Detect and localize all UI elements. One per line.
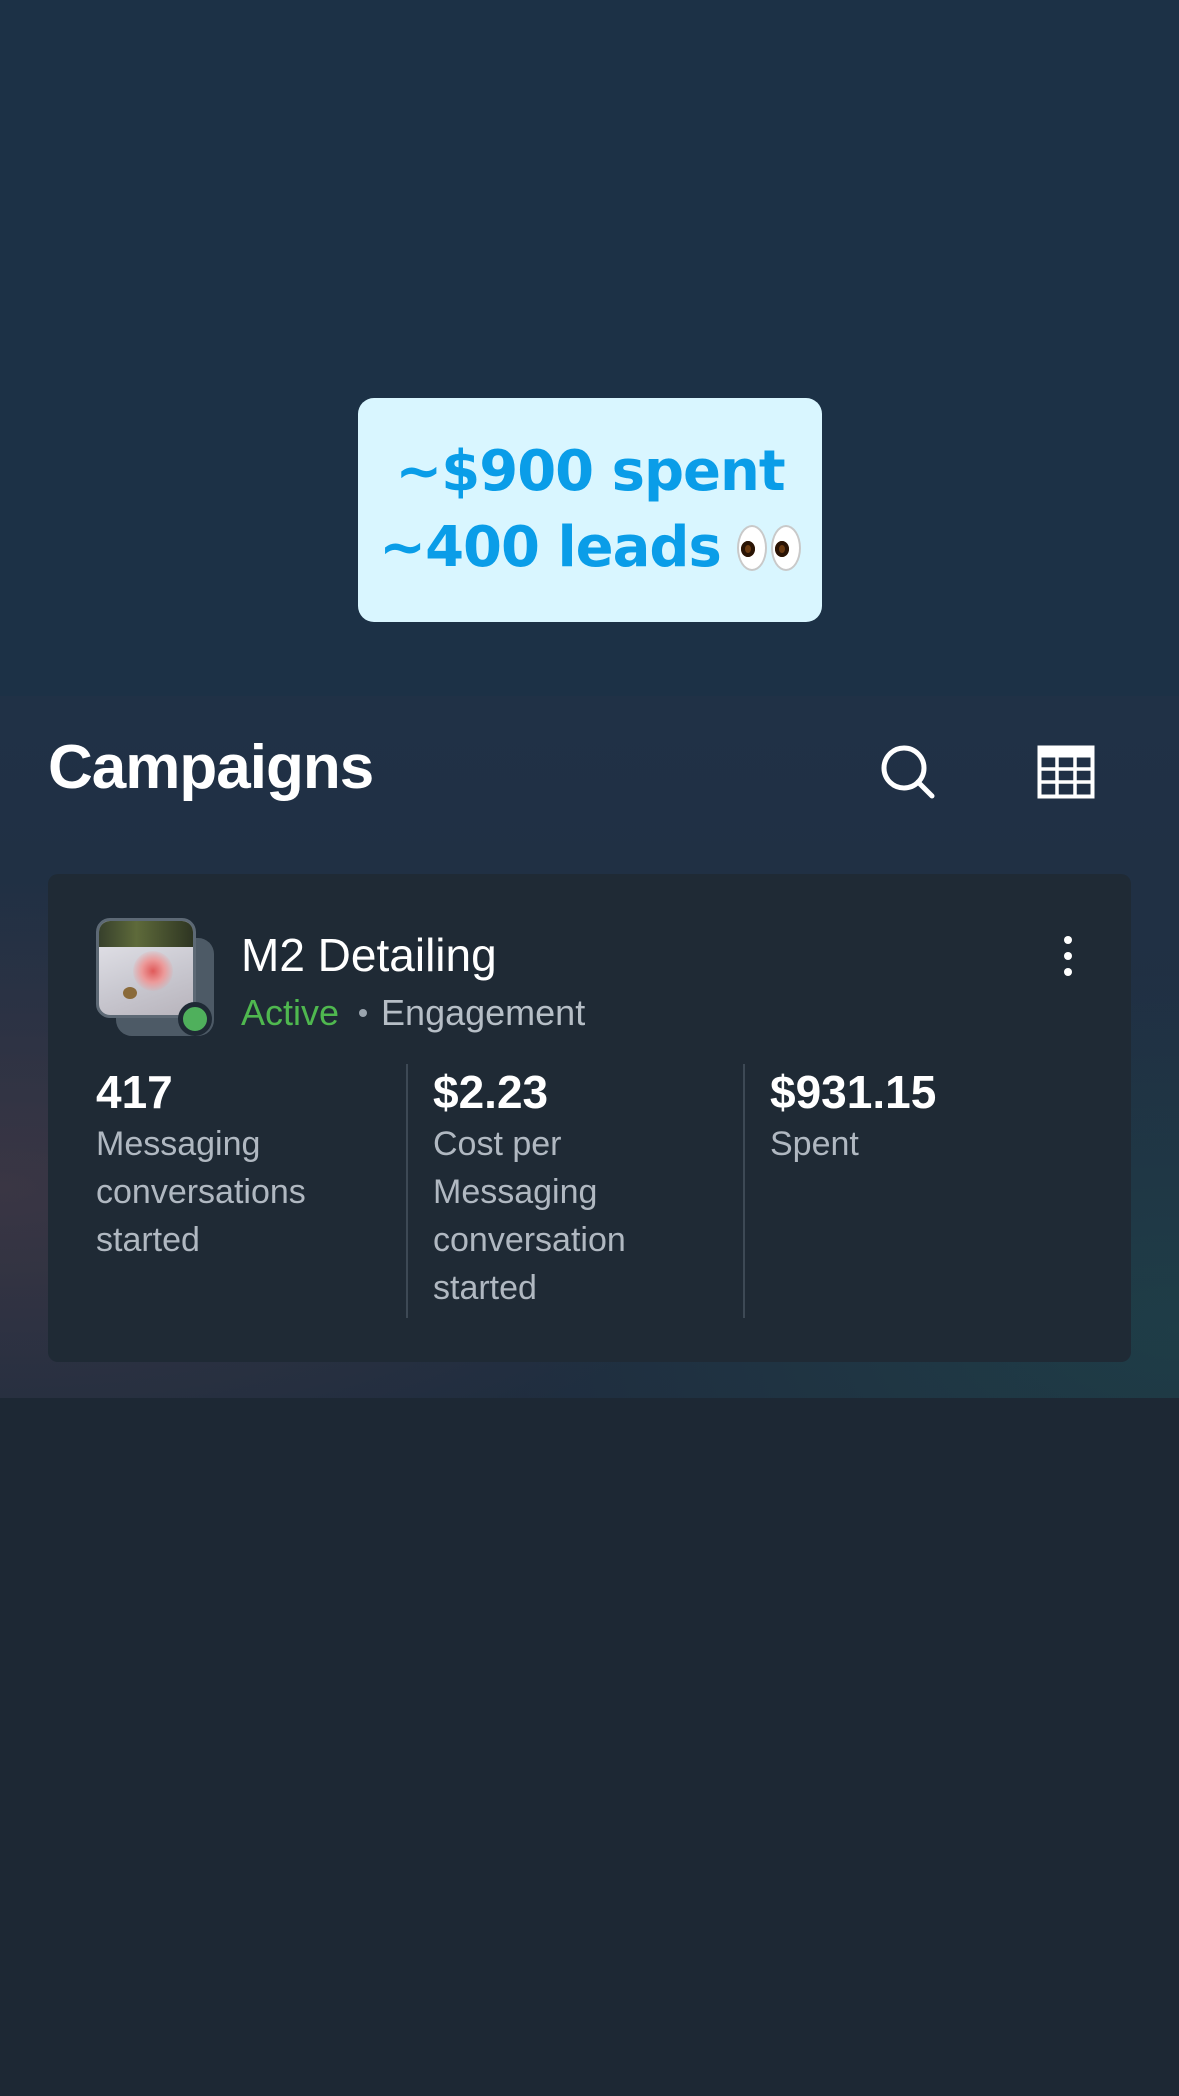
campaigns-panel: Campaigns M2 Detailing Active Engagement… [0,696,1179,1398]
metric-label: Cost per Messaging conversation started [433,1125,626,1307]
text-sticker: ~$900 spent ~400 leads [358,398,822,622]
eyes-icon [736,525,801,571]
thumbnail-splash-shape [133,951,173,991]
page-title: Campaigns [48,733,374,802]
sticker-line-leads-row: ~400 leads [379,510,801,586]
metric-conversations: 417 Messaging conversations started [96,1064,396,1264]
metric-spent: $931.15 Spent [770,1064,1070,1168]
left-eye-shape [736,525,767,571]
separator-dot [359,1009,368,1017]
search-button[interactable] [876,740,940,804]
more-vertical-icon-dot [1064,968,1072,976]
table-grid-icon [1037,745,1095,799]
metric-label: Messaging conversations started [96,1125,306,1259]
thumbnail-banner-shape [99,921,193,947]
more-vertical-icon-dot [1064,952,1072,960]
metric-label: Spent [770,1125,859,1163]
metric-value: $2.23 [433,1066,549,1118]
right-eye-shape [770,525,801,571]
table-view-button[interactable] [1034,740,1098,804]
campaign-card[interactable]: M2 Detailing Active Engagement 417 Messa… [48,874,1131,1362]
more-vertical-icon [1064,936,1072,944]
metric-divider [406,1064,408,1318]
thumbnail-image [96,918,196,1018]
search-icon [881,745,935,799]
metric-cost-per-conversation: $2.23 Cost per Messaging conversation st… [433,1064,733,1312]
sticker-line-leads: ~400 leads [379,515,722,580]
metric-divider [743,1064,745,1318]
thumbnail-dot-shape [123,987,137,999]
campaign-name: M2 Detailing [241,929,497,981]
objective-label: Engagement [381,992,586,1033]
status-label: Active [241,992,340,1033]
campaign-thumbnail [96,918,214,1036]
campaign-subtitle: Active Engagement [241,992,585,1034]
metric-value: $931.15 [770,1066,937,1118]
sticker-line-spent: ~$900 spent [395,439,785,504]
status-indicator-dot [178,1002,212,1036]
metric-value: 417 [96,1066,173,1118]
more-options-button[interactable] [1048,926,1088,986]
